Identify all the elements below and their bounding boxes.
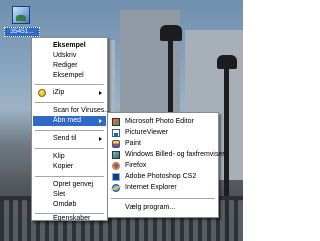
submenu-arrow-icon <box>99 119 102 123</box>
menu-item-edit[interactable]: Rediger <box>33 61 106 71</box>
menu-item-label: Scan for Viruses... <box>53 107 111 114</box>
menu-item-label: Internet Explorer <box>125 184 177 191</box>
menu-item-label: Send til <box>53 135 77 142</box>
menu-item-label: Udskriv <box>53 52 77 59</box>
context-menu: Eksempel Udskriv Rediger Eksempel iZip S… <box>31 37 110 224</box>
submenu-item-photo-editor[interactable]: Microsoft Photo Editor <box>109 117 217 127</box>
menu-separator <box>35 130 104 131</box>
submenu-item-image-viewer[interactable]: Windows Billed- og faxfremviser <box>109 150 225 160</box>
picture-viewer-icon <box>112 129 120 137</box>
izip-icon <box>38 89 46 97</box>
photoshop-icon <box>112 173 120 181</box>
menu-item-label: Klip <box>53 153 65 160</box>
menu-item-properties[interactable]: Egenskaber <box>33 214 106 224</box>
menu-item-label: Rediger <box>53 62 78 69</box>
menu-item-label: Kopier <box>53 163 74 170</box>
menu-item-label: Microsoft Photo Editor <box>125 118 194 125</box>
internet-explorer-icon <box>112 184 120 192</box>
menu-item-print[interactable]: Udskriv <box>33 51 106 61</box>
menu-item-scan-viruses[interactable]: Scan for Viruses... <box>33 106 110 116</box>
menu-separator <box>35 176 104 177</box>
menu-item-label: Slet <box>53 191 66 198</box>
submenu-item-firefox[interactable]: Firefox <box>109 161 217 171</box>
menu-item-label: Opret genvej <box>53 181 94 188</box>
menu-item-label: Adobe Photoshop CS2 <box>125 173 197 180</box>
menu-item-label: Paint <box>125 140 141 147</box>
menu-item-send-to[interactable]: Send til <box>33 134 106 144</box>
menu-item-create-shortcut[interactable]: Opret genvej <box>33 180 106 190</box>
photo-editor-icon <box>112 118 120 126</box>
menu-item-label: Egenskaber <box>53 215 91 222</box>
image-viewer-icon <box>112 151 120 159</box>
menu-item-label: PictureViewer <box>125 129 169 136</box>
menu-item-delete[interactable]: Slet <box>33 190 106 200</box>
menu-item-label: Firefox <box>125 162 147 169</box>
menu-item-label: iZip <box>53 89 65 96</box>
menu-item-preview-default[interactable]: Eksempel <box>33 41 106 51</box>
image-file-icon <box>12 6 30 24</box>
submenu-item-photoshop[interactable]: Adobe Photoshop CS2 <box>109 172 217 182</box>
menu-item-label: Åbn med <box>53 117 82 124</box>
desktop-file-label: 35451... <box>4 27 40 37</box>
submenu-arrow-icon <box>99 91 102 95</box>
menu-separator <box>111 198 215 199</box>
menu-item-cut[interactable]: Klip <box>33 152 106 162</box>
menu-separator <box>35 84 104 85</box>
menu-item-preview[interactable]: Eksempel <box>33 71 106 81</box>
menu-item-label: Omdøb <box>53 201 77 208</box>
menu-item-open-with[interactable]: Åbn med <box>33 116 106 126</box>
submenu-item-choose-program[interactable]: Vælg program... <box>109 203 217 213</box>
firefox-icon <box>112 162 120 170</box>
menu-item-izip[interactable]: iZip <box>33 88 106 98</box>
menu-item-rename[interactable]: Omdøb <box>33 200 106 210</box>
paint-icon <box>112 140 120 148</box>
open-with-submenu: Microsoft Photo Editor PictureViewer Pai… <box>107 112 225 218</box>
menu-item-label: Eksempel <box>53 42 86 49</box>
menu-separator <box>35 148 104 149</box>
submenu-item-picture-viewer[interactable]: PictureViewer <box>109 128 217 138</box>
menu-item-copy[interactable]: Kopier <box>33 162 106 172</box>
menu-separator <box>35 102 104 103</box>
submenu-item-internet-explorer[interactable]: Internet Explorer <box>109 183 217 193</box>
submenu-arrow-icon <box>99 137 102 141</box>
submenu-item-paint[interactable]: Paint <box>109 139 217 149</box>
menu-item-label: Vælg program... <box>125 204 176 211</box>
menu-item-label: Eksempel <box>53 72 84 79</box>
menu-item-label: Windows Billed- og faxfremviser <box>125 151 225 158</box>
